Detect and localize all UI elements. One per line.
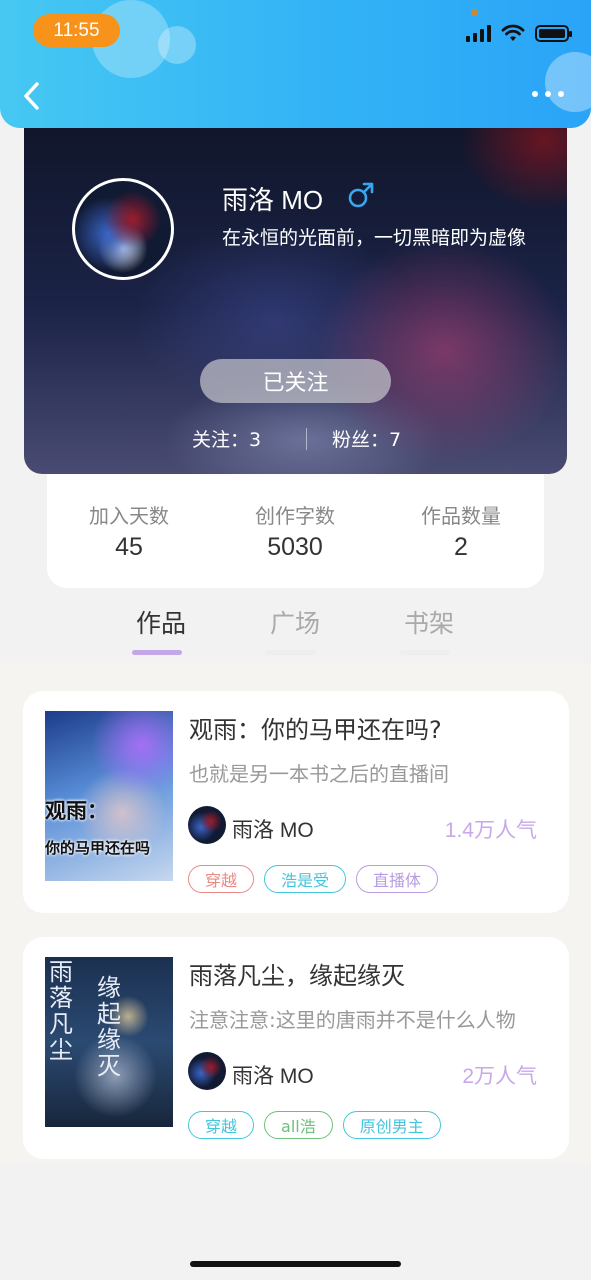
popularity-count: 2万人气 [462, 1065, 537, 1088]
tag-list: 穿越 浩是受 直播体 [188, 865, 439, 893]
status-icons [466, 24, 572, 42]
stat-works-count: 作品数量 2 [381, 500, 541, 562]
cover-title-text: 观雨： [45, 799, 108, 823]
tag[interactable]: 穿越 [188, 865, 255, 893]
tab-label: 广场 [269, 609, 320, 638]
fans-count[interactable]: 粉丝：7 [332, 425, 401, 452]
tag[interactable]: 原创男主 [342, 1111, 441, 1139]
profile-card: 雨洛 MO 在永恒的光面前，一切黑暗即为虚像 已关注 关注：3 粉丝：7 [24, 100, 567, 474]
stat-label: 作品数量 [421, 504, 501, 528]
cover-subtitle-text: 缘起缘灭 [97, 974, 121, 1080]
user-name: 雨洛 MO [222, 185, 324, 215]
top-header: 11:55 [0, 0, 591, 128]
book-title[interactable]: 观雨：你的马甲还在吗? [189, 710, 442, 745]
user-signature: 在永恒的光面前，一切黑暗即为虚像 [222, 227, 527, 249]
author-name: 雨洛 MO [232, 1065, 314, 1088]
tab-indicator [266, 650, 316, 655]
status-time: 11:55 [33, 14, 120, 47]
tab-plaza[interactable]: 广场 [260, 604, 330, 655]
book-description: 注意注意:这里的唐雨并不是什么人物 [189, 1008, 516, 1032]
male-gender-icon [348, 182, 374, 208]
tab-bar: 作品 广场 书架 [0, 600, 591, 660]
divider [306, 428, 307, 450]
following-count[interactable]: 关注：3 [192, 425, 261, 452]
book-cover[interactable]: 雨落凡尘 缘起缘灭 [45, 957, 173, 1127]
stat-label: 加入天数 [89, 504, 169, 528]
follow-counts: 关注：3 粉丝：7 [24, 425, 567, 453]
tag[interactable]: 直播体 [356, 865, 439, 893]
cover-subtitle-text: 你的马甲还在吗 [45, 839, 151, 857]
stat-value: 45 [115, 533, 143, 561]
book-card[interactable]: 观雨： 你的马甲还在吗 观雨：你的马甲还在吗? 也就是另一本书之后的直播间 雨洛… [23, 691, 569, 913]
popularity-count: 1.4万人气 [444, 819, 537, 842]
stat-value: 2 [454, 533, 468, 561]
tag-list: 穿越 all浩 原创男主 [188, 1111, 441, 1139]
cover-title-text: 雨落凡尘 [49, 958, 73, 1064]
stat-label: 创作字数 [255, 504, 335, 528]
follow-button[interactable]: 已关注 [200, 359, 391, 403]
author-avatar [188, 806, 226, 844]
tag[interactable]: 穿越 [188, 1111, 255, 1139]
book-card[interactable]: 雨落凡尘 缘起缘灭 雨落凡尘，缘起缘灭 注意注意:这里的唐雨并不是什么人物 雨洛… [23, 937, 569, 1159]
author-name: 雨洛 MO [232, 819, 314, 842]
dot [545, 91, 551, 97]
author-avatar [188, 1052, 226, 1090]
tab-bookshelf[interactable]: 书架 [394, 604, 464, 655]
avatar[interactable] [72, 178, 174, 280]
tab-indicator [132, 650, 182, 655]
wifi-icon [501, 24, 525, 41]
battery-icon [535, 24, 572, 42]
stat-word-count: 创作字数 5030 [215, 500, 375, 562]
tab-indicator [400, 650, 450, 655]
dot [532, 91, 538, 97]
tag[interactable]: 浩是受 [264, 865, 347, 893]
dot [558, 91, 564, 97]
cellular-signal-icon [466, 24, 491, 42]
privacy-indicator [471, 9, 478, 16]
home-indicator[interactable] [190, 1261, 401, 1267]
tab-works[interactable]: 作品 [126, 604, 196, 655]
stat-value: 5030 [267, 533, 323, 561]
tab-label: 书架 [403, 609, 454, 638]
back-button[interactable] [18, 78, 48, 114]
tag[interactable]: all浩 [264, 1111, 333, 1139]
chevron-left-icon [24, 82, 39, 110]
stats-card: 加入天数 45 创作字数 5030 作品数量 2 [47, 470, 544, 588]
book-title[interactable]: 雨落凡尘，缘起缘灭 [189, 956, 405, 991]
tab-label: 作品 [135, 609, 186, 638]
more-options-button[interactable] [528, 82, 568, 106]
book-description: 也就是另一本书之后的直播间 [189, 762, 449, 786]
book-cover[interactable]: 观雨： 你的马甲还在吗 [45, 711, 173, 881]
decor-bubble [158, 26, 196, 64]
stat-join-days: 加入天数 45 [49, 500, 209, 562]
